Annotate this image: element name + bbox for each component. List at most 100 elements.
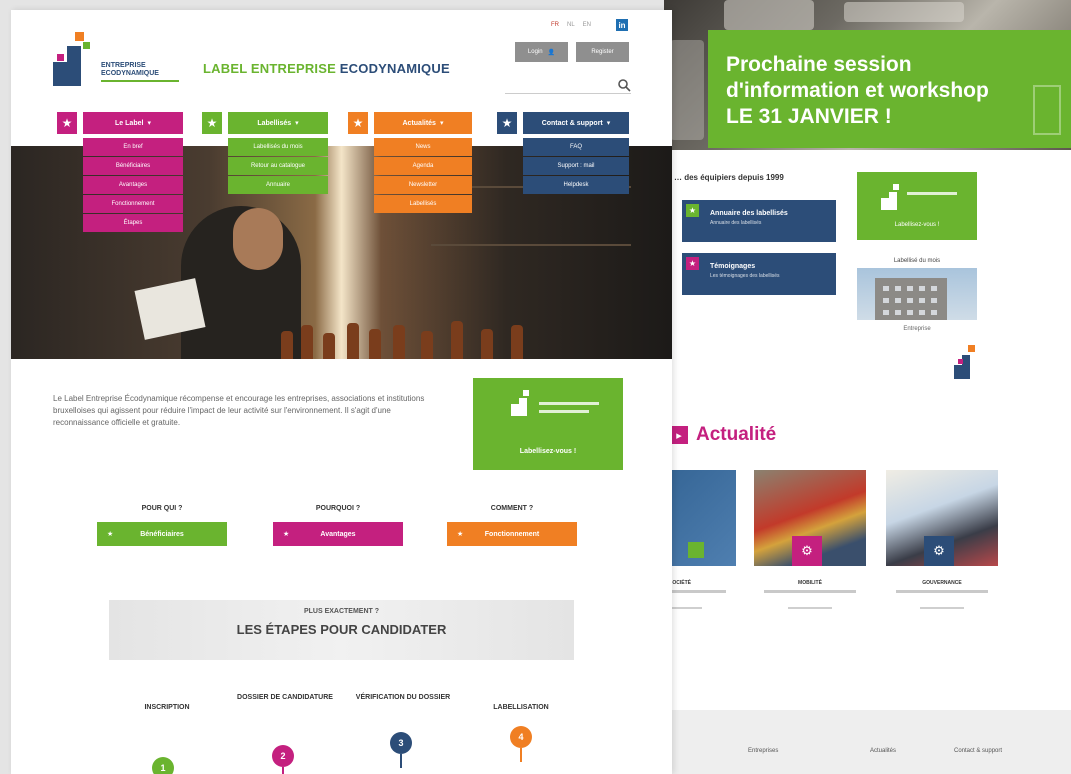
nav-labellises[interactable]: Labellisés ▾ xyxy=(228,112,328,134)
register-button[interactable]: Register xyxy=(576,42,629,62)
menu-item[interactable]: Support : mail xyxy=(523,157,629,175)
language-switcher: FR NL EN xyxy=(551,22,591,28)
star-icon: ★ xyxy=(283,531,290,538)
fonctionnement-button[interactable]: ★ Fonctionnement xyxy=(447,522,577,546)
nav-contact-text: Contact & support xyxy=(541,119,603,127)
news-category: GOUVERNANCE xyxy=(922,580,962,586)
promo-line-3: LE 31 JANVIER ! xyxy=(726,105,892,128)
menu-item[interactable]: Bénéficiaires xyxy=(83,157,183,175)
search-icon[interactable] xyxy=(617,78,631,92)
nav-contact-menu: FAQ Support : mail Helpdesk xyxy=(523,138,629,195)
label-yourself-card-label: Labellisez-vous ! xyxy=(894,222,940,228)
question-block-why: POURQUOI ? ★ Avantages xyxy=(273,505,403,546)
star-icon: ★ xyxy=(57,112,77,134)
menu-item[interactable]: Avantages xyxy=(83,176,183,194)
step-number-badge: 4 xyxy=(510,726,532,748)
label-yourself-cta-label: Labellisez-vous ! xyxy=(519,448,577,455)
chevron-down-icon: ▾ xyxy=(439,120,444,127)
menu-item[interactable]: Labellisés xyxy=(374,195,472,213)
news-card[interactable]: ⚙ GOUVERNANCE xyxy=(886,470,998,609)
lang-fr[interactable]: FR xyxy=(551,22,559,28)
star-icon: ★ xyxy=(107,531,114,538)
footer-link[interactable]: Actualités xyxy=(870,748,896,754)
directory-button[interactable]: ★ Annuaire des labellisés Annuaire des l… xyxy=(682,200,836,242)
testimonials-button-sub: Les témoignages des labellisés xyxy=(710,273,780,279)
menu-item[interactable]: En bref xyxy=(83,138,183,156)
menu-item[interactable]: FAQ xyxy=(523,138,629,156)
chevron-down-icon: ▾ xyxy=(606,120,611,127)
testimonials-button-label: Témoignages xyxy=(710,263,756,270)
menu-item[interactable]: Agenda xyxy=(374,157,472,175)
star-icon: ★ xyxy=(686,257,699,270)
site-logo[interactable]: ENTREPRISE ECODYNAMIQUE xyxy=(53,32,183,92)
workshop-promo-banner[interactable]: Prochaine session d'information et works… xyxy=(708,30,1071,148)
nav-actualites[interactable]: Actualités ▾ xyxy=(374,112,472,134)
menu-item[interactable]: Newsletter xyxy=(374,176,472,194)
question-block-who: POUR QUI ? ★ Bénéficiaires xyxy=(97,505,227,546)
flag-icon: ▸ xyxy=(670,426,688,444)
question-label: POUR QUI ? xyxy=(141,505,183,512)
homepage-preview: ENTREPRISE ECODYNAMIQUE LABEL ENTREPRISE … xyxy=(11,10,672,774)
nav-actualites-menu: News Agenda Newsletter Labellisés xyxy=(374,138,472,214)
footer: Entreprises Actualités Contact & support xyxy=(664,710,1071,774)
building-caption: Entreprise xyxy=(903,326,931,332)
category-icon xyxy=(688,542,704,558)
mini-logo-icon xyxy=(954,345,978,381)
avantages-button[interactable]: ★ Avantages xyxy=(273,522,403,546)
lang-en[interactable]: EN xyxy=(583,22,591,28)
menu-item[interactable]: Retour au catalogue xyxy=(228,157,328,175)
news-card[interactable]: ⚙ MOBILITÉ xyxy=(754,470,866,609)
news-image: ⚙ xyxy=(886,470,998,566)
register-button-label: Register xyxy=(591,49,614,55)
label-yourself-card[interactable]: Labellisez-vous ! xyxy=(857,172,977,240)
label-logo-icon xyxy=(881,184,903,210)
site-title-part1: LABEL ENTREPRISE xyxy=(203,61,336,76)
label-yourself-cta[interactable]: Labellisez-vous ! xyxy=(473,378,623,470)
since-label: … des équipiers depuis 1999 xyxy=(674,173,784,182)
question-block-how: COMMENT ? ★ Fonctionnement xyxy=(447,505,577,546)
chevron-down-icon: ▾ xyxy=(295,120,299,127)
search-input[interactable] xyxy=(505,82,605,97)
user-icon: 👤 xyxy=(547,49,556,56)
label-logo-icon xyxy=(511,390,533,416)
directory-button-label: Annuaire des labellisés xyxy=(710,210,788,217)
footer-link[interactable]: Entreprises xyxy=(748,748,778,754)
building-photo[interactable] xyxy=(857,268,977,320)
nav-labellises-text: Labellisés xyxy=(257,119,292,127)
labellise-month-label: Labellisé du mois xyxy=(893,258,941,264)
step-label: INSCRIPTION xyxy=(144,704,190,711)
promo-line-2: d'information et workshop xyxy=(726,79,989,102)
news-category: MOBILITÉ xyxy=(798,580,822,586)
steps-banner: PLUS EXACTEMENT ? LES ÉTAPES POUR CANDID… xyxy=(109,600,574,660)
login-button-label: Login xyxy=(527,49,543,55)
star-icon: ★ xyxy=(457,531,464,538)
footer-link[interactable]: Contact & support xyxy=(954,748,1002,754)
site-title: LABEL ENTREPRISE ECODYNAMIQUE xyxy=(203,61,450,76)
menu-item[interactable]: Étapes xyxy=(83,214,183,232)
step-label: VÉRIFICATION DU DOSSIER xyxy=(355,694,451,701)
promo-line-1: Prochaine session xyxy=(726,53,912,76)
nav-le-label-menu: En bref Bénéficiaires Avantages Fonction… xyxy=(83,138,183,233)
beneficiaires-button-label: Bénéficiaires xyxy=(140,530,184,538)
linkedin-icon[interactable]: in xyxy=(616,19,628,31)
gear-icon: ⚙ xyxy=(924,536,954,566)
menu-item[interactable]: Labellisés du mois xyxy=(228,138,328,156)
login-button[interactable]: Login 👤 xyxy=(515,42,568,62)
search-bar xyxy=(505,78,631,97)
menu-item[interactable]: Fonctionnement xyxy=(83,195,183,213)
nav-le-label-text: Le Label xyxy=(115,119,144,127)
nav-contact[interactable]: Contact & support ▾ xyxy=(523,112,629,134)
beneficiaires-button[interactable]: ★ Bénéficiaires xyxy=(97,522,227,546)
nav-le-label[interactable]: Le Label ▾ xyxy=(83,112,183,134)
step-label: DOSSIER DE CANDIDATURE xyxy=(237,694,333,701)
menu-item[interactable]: Helpdesk xyxy=(523,176,629,194)
star-icon: ★ xyxy=(497,112,517,134)
nav-actualites-text: Actualités xyxy=(402,119,436,127)
lang-nl[interactable]: NL xyxy=(567,22,575,28)
steps-pre-title: PLUS EXACTEMENT ? xyxy=(303,608,380,615)
avantages-button-label: Avantages xyxy=(320,530,356,538)
news-section-title-text: Actualité xyxy=(696,424,777,445)
menu-item[interactable]: Annuaire xyxy=(228,176,328,194)
testimonials-button[interactable]: ★ Témoignages Les témoignages des labell… xyxy=(682,253,836,295)
menu-item[interactable]: News xyxy=(374,138,472,156)
